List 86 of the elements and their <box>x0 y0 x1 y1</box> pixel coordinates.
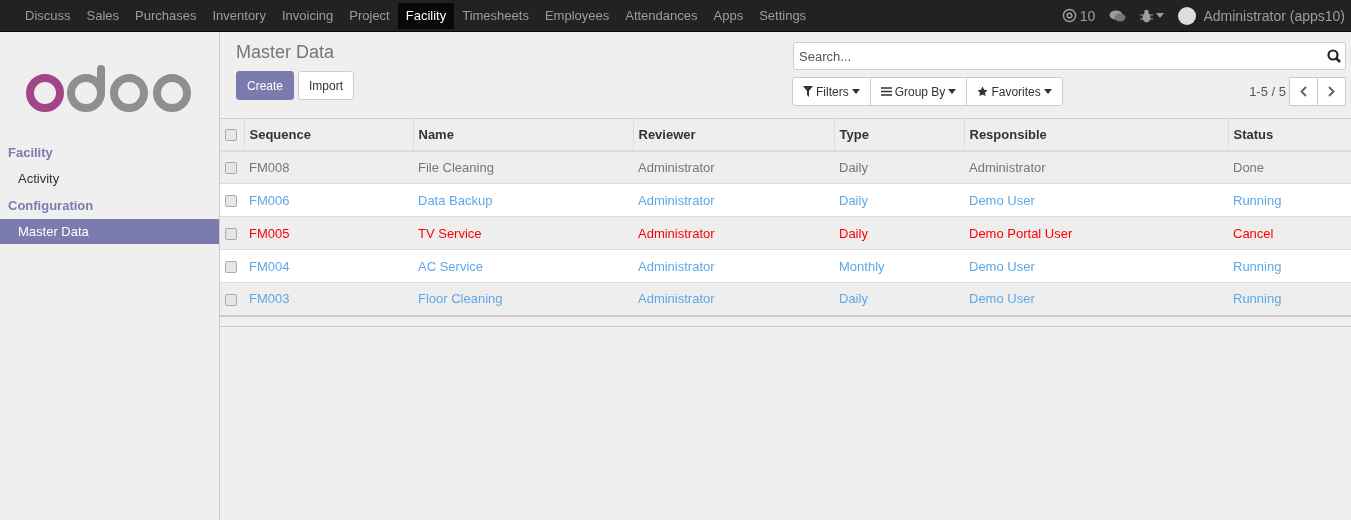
import-button[interactable]: Import <box>298 71 355 100</box>
table-cell: Data Backup <box>413 183 633 217</box>
table-cell: Administrator <box>633 183 834 217</box>
table-cell: Done <box>1228 150 1351 184</box>
column-header[interactable]: Name <box>413 118 633 151</box>
caret-icon <box>1156 13 1165 18</box>
mentions-counter[interactable]: 10 <box>1061 7 1096 24</box>
chevron-left-icon <box>1300 86 1307 97</box>
table-cell: Administrator <box>633 249 834 283</box>
row-checkbox[interactable] <box>225 228 237 241</box>
app-menu-item[interactable]: Employees <box>536 2 618 29</box>
app-menu-item[interactable]: Sales <box>78 2 128 29</box>
app-menu-item[interactable]: Inventory <box>204 2 274 29</box>
app-menu-item[interactable]: Project <box>341 2 398 29</box>
table-cell: Administrator <box>633 150 834 184</box>
avatar <box>1178 6 1197 25</box>
table-cell: TV Service <box>413 216 633 250</box>
column-header[interactable]: Reviewer <box>633 118 834 151</box>
table-cell: Running <box>1228 183 1351 217</box>
table-cell: FM005 <box>244 216 413 250</box>
table-cell: Administrator <box>964 150 1228 184</box>
page-title: Master Data <box>236 42 336 63</box>
menu-section-heading: Configuration <box>7 197 95 215</box>
table-cell: FM006 <box>244 183 413 217</box>
app-menu-item[interactable]: Facility <box>397 2 455 29</box>
next-button[interactable] <box>1317 77 1346 106</box>
star-icon <box>977 86 989 97</box>
column-header[interactable]: Status <box>1228 118 1351 151</box>
list-icon <box>880 87 892 96</box>
column-header[interactable]: Sequence <box>244 118 413 151</box>
table-cell: Demo User <box>964 282 1228 316</box>
table-cell: Running <box>1228 249 1351 283</box>
at-icon <box>1061 8 1077 23</box>
menu-section-heading: Facility <box>7 144 54 162</box>
table-cell: Daily <box>834 216 964 250</box>
table-cell: Daily <box>834 282 964 316</box>
bug-icon <box>1140 8 1154 23</box>
table-cell: Demo User <box>964 183 1228 217</box>
table-cell: Administrator <box>633 282 834 316</box>
chat-icon[interactable] <box>1109 8 1127 23</box>
sidebar-item[interactable]: Master Data <box>0 219 219 244</box>
table-cell: Daily <box>834 183 964 217</box>
table-cell: Floor Cleaning <box>413 282 633 316</box>
table-cell: AC Service <box>413 249 633 283</box>
search-option-button[interactable]: Filters <box>792 77 871 106</box>
funnel-icon <box>803 86 813 97</box>
app-menu-item[interactable]: Settings <box>751 2 815 29</box>
table-cell: Cancel <box>1228 216 1351 250</box>
row-checkbox[interactable] <box>225 195 237 208</box>
table-cell: FM003 <box>244 282 413 316</box>
row-checkbox[interactable] <box>225 293 237 306</box>
sidebar-item[interactable]: Activity <box>0 166 219 191</box>
row-checkbox[interactable] <box>225 162 237 175</box>
search-icon[interactable] <box>1327 49 1341 63</box>
table-cell: Demo User <box>964 249 1228 283</box>
previous-button[interactable] <box>1289 77 1318 106</box>
app-menu-item[interactable]: Discuss <box>17 2 79 29</box>
caret-icon <box>948 89 957 94</box>
app-menu-item[interactable]: Attendances <box>617 2 706 29</box>
column-header[interactable]: Type <box>834 118 964 151</box>
search-field[interactable]: Search... <box>793 42 1346 70</box>
row-checkbox[interactable] <box>225 261 237 274</box>
table-cell: Daily <box>834 150 964 184</box>
table-cell: File Cleaning <box>413 150 633 184</box>
caret-icon <box>851 89 860 94</box>
table-cell: Monthly <box>834 249 964 283</box>
search-option-button[interactable]: Group By <box>869 77 968 106</box>
app-menu-item[interactable]: Timesheets <box>454 2 537 29</box>
column-header[interactable]: Responsible <box>964 118 1228 151</box>
table-cell: Administrator <box>633 216 834 250</box>
user-menu[interactable]: Administrator (apps10) <box>1178 6 1345 25</box>
select-all-checkbox[interactable] <box>225 129 237 142</box>
app-menu-item[interactable]: Invoicing <box>273 2 342 29</box>
mention-count: 10 <box>1079 7 1096 24</box>
create-button[interactable]: Create <box>236 71 295 100</box>
table-cell: FM004 <box>244 249 413 283</box>
chevron-right-icon <box>1328 86 1335 97</box>
table-cell: Running <box>1228 282 1351 316</box>
app-menu-item[interactable]: Purchases <box>127 2 205 29</box>
debug-menu[interactable] <box>1140 8 1165 23</box>
table-cell: FM008 <box>244 150 413 184</box>
caret-icon <box>1043 89 1052 94</box>
app-menu-item[interactable]: Apps <box>705 2 752 29</box>
pager-value: 1-5 / 5 <box>1249 84 1286 99</box>
search-option-button[interactable]: Favorites <box>966 77 1063 106</box>
table-cell: Demo Portal User <box>964 216 1228 250</box>
